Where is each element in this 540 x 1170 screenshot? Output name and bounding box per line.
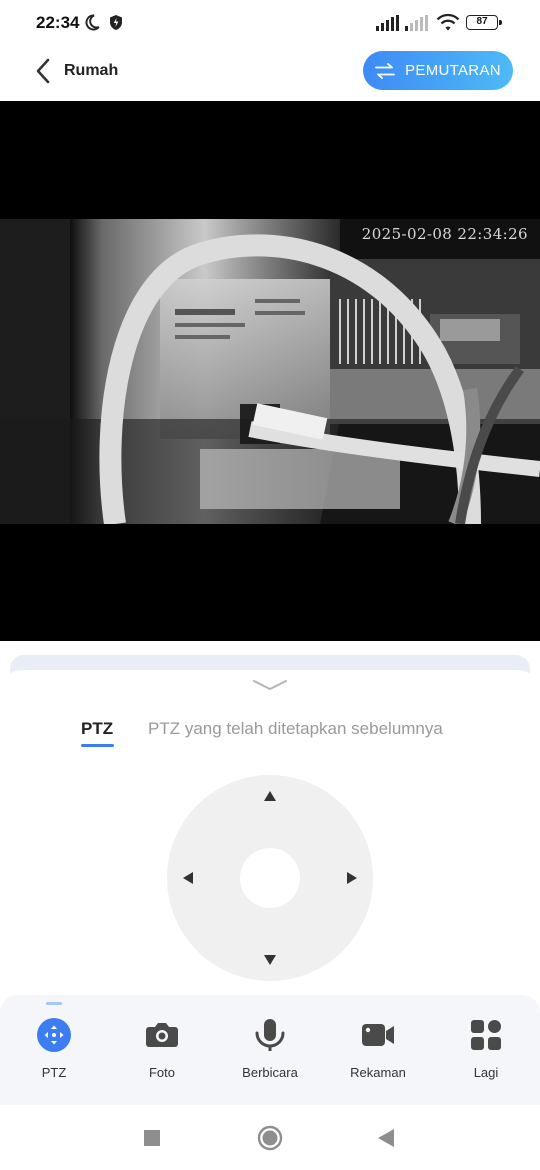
playback-label: PEMUTARAN [405, 62, 501, 79]
back-button[interactable] [28, 56, 58, 86]
tool-talk[interactable]: Berbicara [225, 1017, 315, 1087]
status-bar: 22:34 87 [0, 0, 540, 46]
arrow-up-button[interactable] [258, 784, 282, 808]
grid-icon [468, 1017, 504, 1053]
swap-arrows-icon [375, 62, 396, 79]
tab-ptz[interactable]: PTZ [81, 719, 113, 739]
tool-label-more: Lagi [473, 1065, 499, 1080]
moon-icon [83, 13, 101, 36]
chevron-left-icon [36, 58, 50, 84]
tab-active-indicator [81, 744, 114, 747]
recent-apps-button[interactable] [139, 1125, 165, 1151]
tool-label-talk: Berbicara [242, 1065, 298, 1080]
playback-button[interactable]: PEMUTARAN [363, 51, 513, 90]
video-player[interactable]: 2025-02-08 22:34:26 [0, 101, 540, 641]
ptz-direction-pad [167, 775, 373, 981]
arrow-left-button[interactable] [176, 866, 200, 890]
wifi-icon [436, 13, 460, 37]
arrow-right-button[interactable] [340, 866, 364, 890]
battery-indicator: 87 [466, 15, 502, 30]
shield-icon [108, 14, 124, 36]
tool-label-photo: Foto [148, 1065, 175, 1080]
triangle-down-icon [264, 955, 276, 965]
bottom-toolbar: PTZ Foto Berbicara Rekaman Lagi [0, 995, 540, 1105]
video-camera-icon [360, 1017, 396, 1053]
triangle-right-icon [347, 872, 357, 884]
video-timestamp: 2025-02-08 22:34:26 [361, 225, 528, 243]
ptz-icon [36, 1017, 72, 1053]
home-button[interactable] [257, 1125, 283, 1151]
microphone-icon [252, 1017, 288, 1053]
system-navigation-bar [0, 1105, 540, 1170]
camera-feed: 2025-02-08 22:34:26 [0, 219, 540, 524]
tool-label-ptz: PTZ [41, 1065, 67, 1080]
tab-ptz-preset[interactable]: PTZ yang telah ditetapkan sebelumnya [148, 719, 443, 739]
arrow-down-button[interactable] [258, 948, 282, 972]
chevron-down-icon[interactable] [252, 678, 288, 697]
square-icon [144, 1130, 160, 1146]
tool-record[interactable]: Rekaman [333, 1017, 423, 1087]
back-label[interactable]: Rumah [64, 62, 118, 80]
tool-ptz[interactable]: PTZ [9, 1017, 99, 1087]
back-nav-button[interactable] [373, 1125, 399, 1151]
triangle-back-icon [378, 1129, 394, 1147]
tool-photo[interactable]: Foto [117, 1017, 207, 1087]
triangle-up-icon [264, 791, 276, 801]
signal-icon [376, 15, 400, 36]
camera-image [0, 219, 540, 524]
triangle-left-icon [183, 872, 193, 884]
active-tool-indicator [46, 1002, 62, 1005]
circle-icon [257, 1125, 283, 1151]
tool-label-record: Rekaman [350, 1065, 406, 1080]
signal-weak-icon [405, 15, 429, 36]
tool-more[interactable]: Lagi [441, 1017, 531, 1087]
camera-icon [144, 1017, 180, 1053]
status-time: 22:34 [36, 13, 80, 32]
ptz-center-button[interactable] [240, 848, 300, 908]
header: Rumah PEMUTARAN [0, 46, 540, 101]
